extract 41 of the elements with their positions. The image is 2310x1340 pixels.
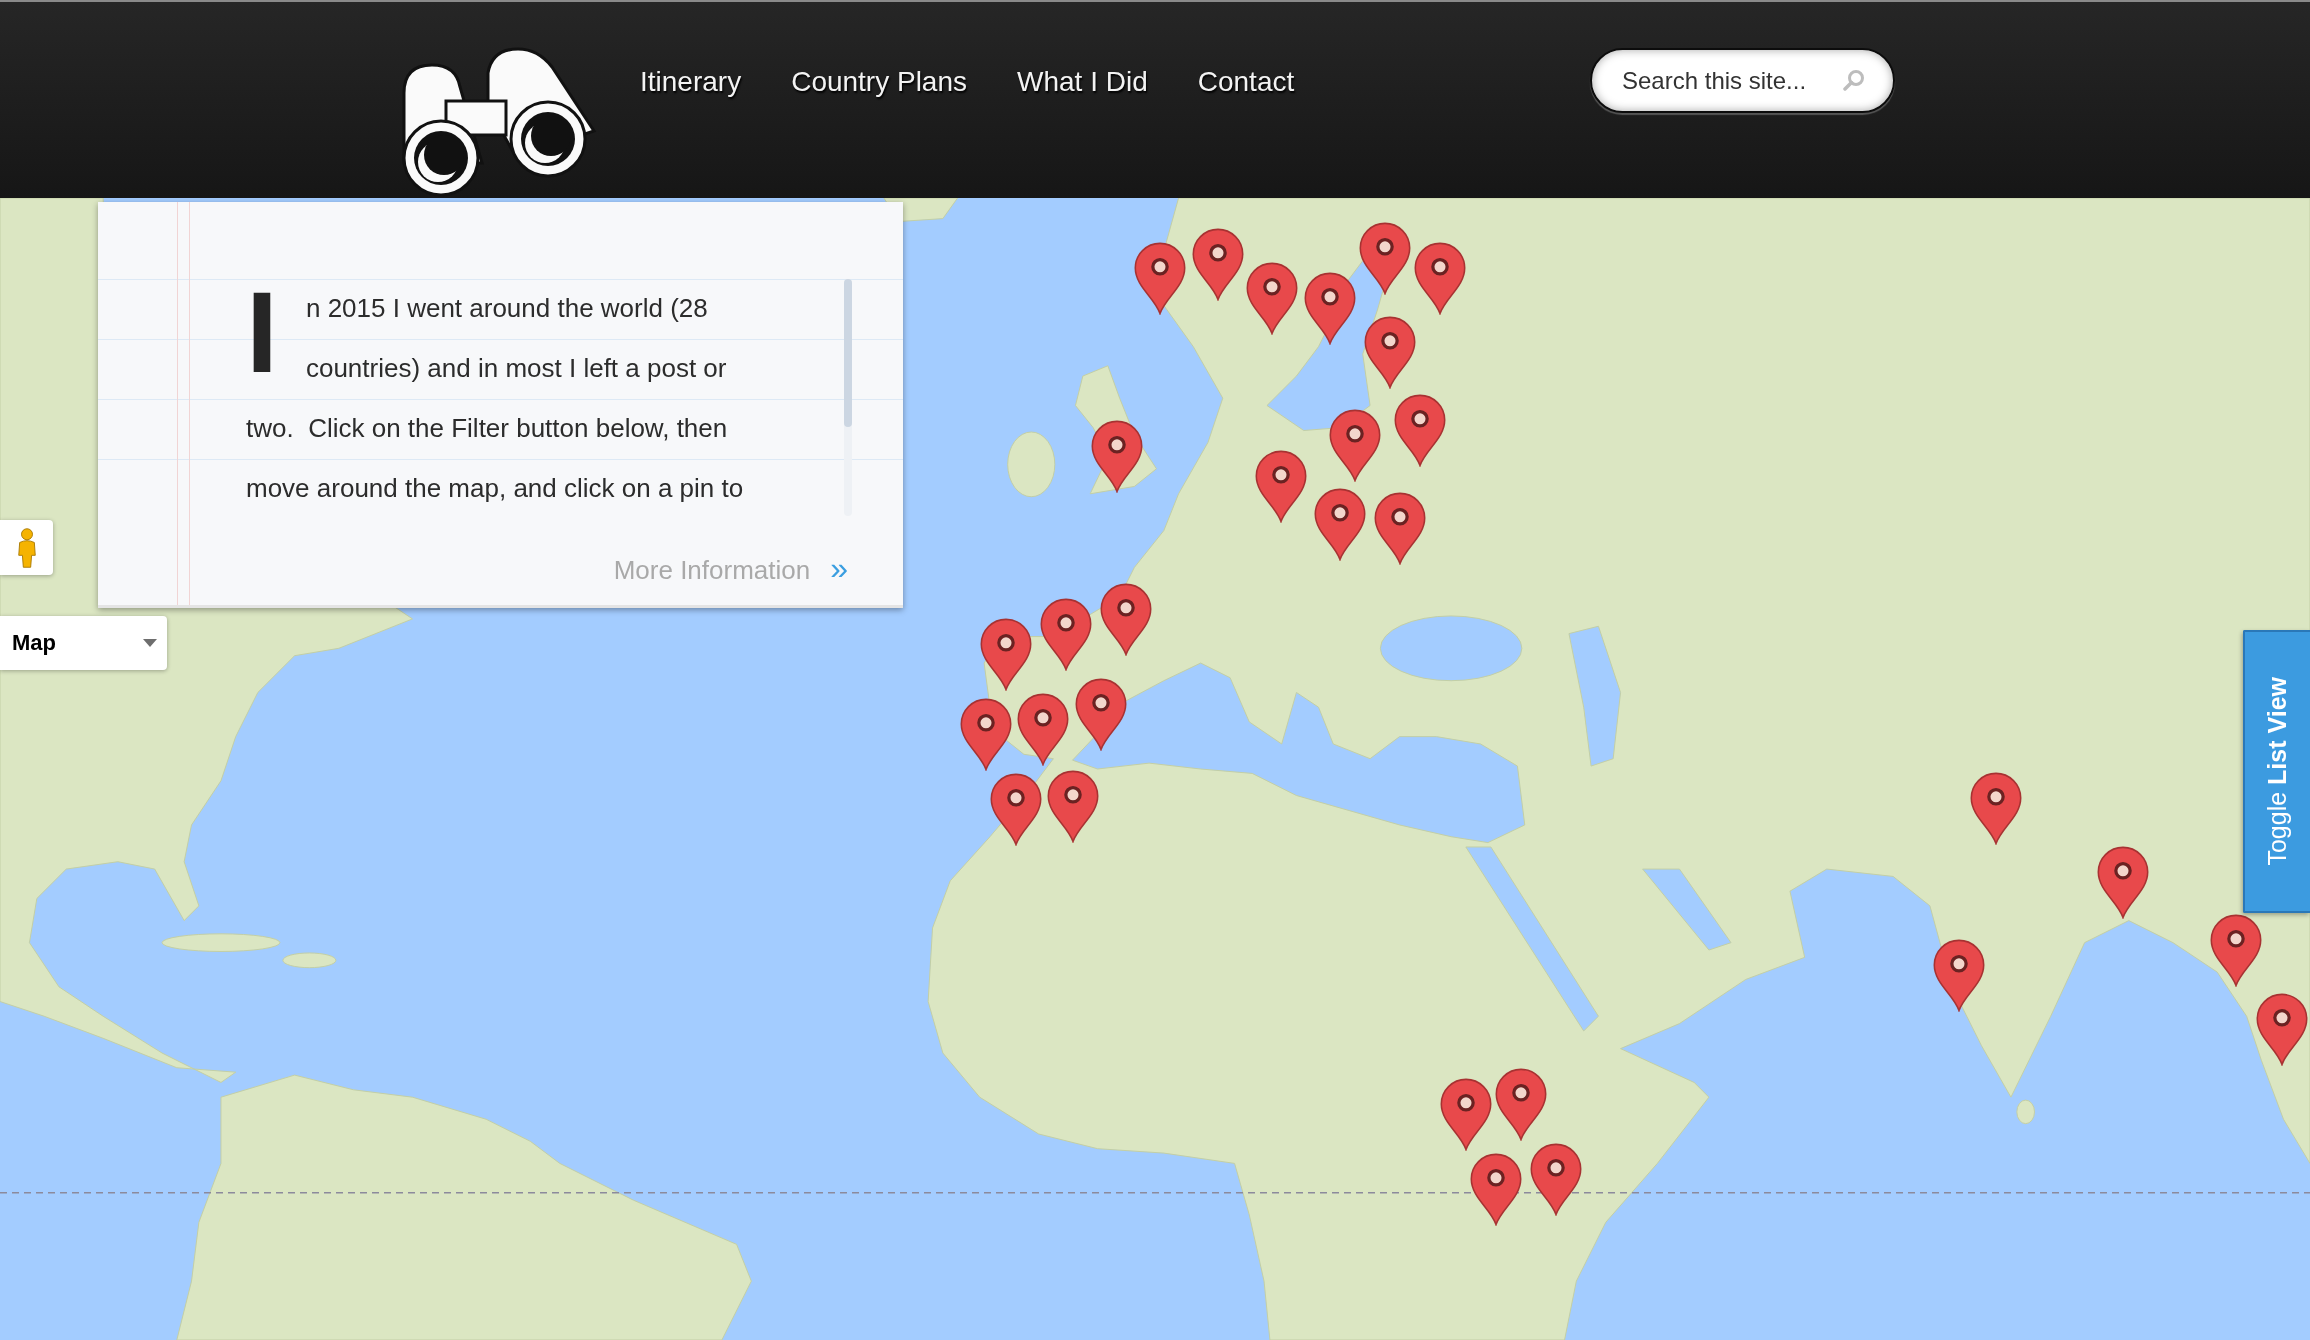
map-pin-icon[interactable]	[1134, 242, 1186, 315]
map-pin-icon[interactable]	[1017, 693, 1069, 766]
map-pin-icon[interactable]	[1364, 316, 1416, 389]
nav-link[interactable]: Country Plans	[791, 64, 968, 100]
nav-link[interactable]: Itinerary	[640, 64, 742, 100]
map-pin-icon[interactable]	[960, 698, 1012, 771]
scrollbar[interactable]	[844, 279, 852, 516]
map-pin-icon[interactable]	[1100, 583, 1152, 656]
map-pin-icon[interactable]	[1359, 222, 1411, 295]
map-pin-icon[interactable]	[1495, 1068, 1547, 1141]
pegman-icon[interactable]	[15, 526, 38, 569]
map-type-dropdown[interactable]: Map	[0, 616, 167, 670]
map-pin-icon[interactable]	[1192, 228, 1244, 301]
map-pin-icon[interactable]	[1304, 272, 1356, 345]
scrollbar-thumb[interactable]	[844, 279, 852, 427]
map-pin-icon[interactable]	[1047, 770, 1099, 843]
map-pin-icon[interactable]	[1255, 450, 1307, 523]
map-pin-icon[interactable]	[1075, 678, 1127, 751]
map-pin-icon[interactable]	[1314, 488, 1366, 561]
nav-link[interactable]: Contact	[1197, 64, 1295, 100]
map-pin-icon[interactable]	[1933, 939, 1985, 1012]
map-pin-icon[interactable]	[2210, 914, 2262, 987]
map-pin-icon[interactable]	[1246, 262, 1298, 335]
map-pin-icon[interactable]	[1470, 1153, 1522, 1226]
nav-link[interactable]: What I Did	[1017, 64, 1148, 100]
map-pin-icon[interactable]	[2256, 993, 2308, 1066]
map-pin-icon[interactable]	[1530, 1143, 1582, 1216]
map-pin-icon[interactable]	[1440, 1078, 1492, 1151]
map-pin-icon[interactable]	[1040, 598, 1092, 671]
map-pin-icon[interactable]	[1374, 492, 1426, 565]
map-pin-icon[interactable]	[1414, 242, 1466, 315]
search-field[interactable]: Search this site...	[1590, 48, 1895, 113]
caret-icon	[143, 639, 157, 647]
map-pin-icon[interactable]	[980, 618, 1032, 691]
map-pin-icon[interactable]	[1091, 420, 1143, 493]
map-pin-icon[interactable]	[2097, 846, 2149, 919]
map-pin-icon[interactable]	[1329, 409, 1381, 482]
street-view-button[interactable]	[0, 520, 53, 575]
map-pin-icon[interactable]	[990, 773, 1042, 846]
map-pin-icon[interactable]	[1970, 772, 2022, 845]
map-pin-icon[interactable]	[1394, 394, 1446, 467]
